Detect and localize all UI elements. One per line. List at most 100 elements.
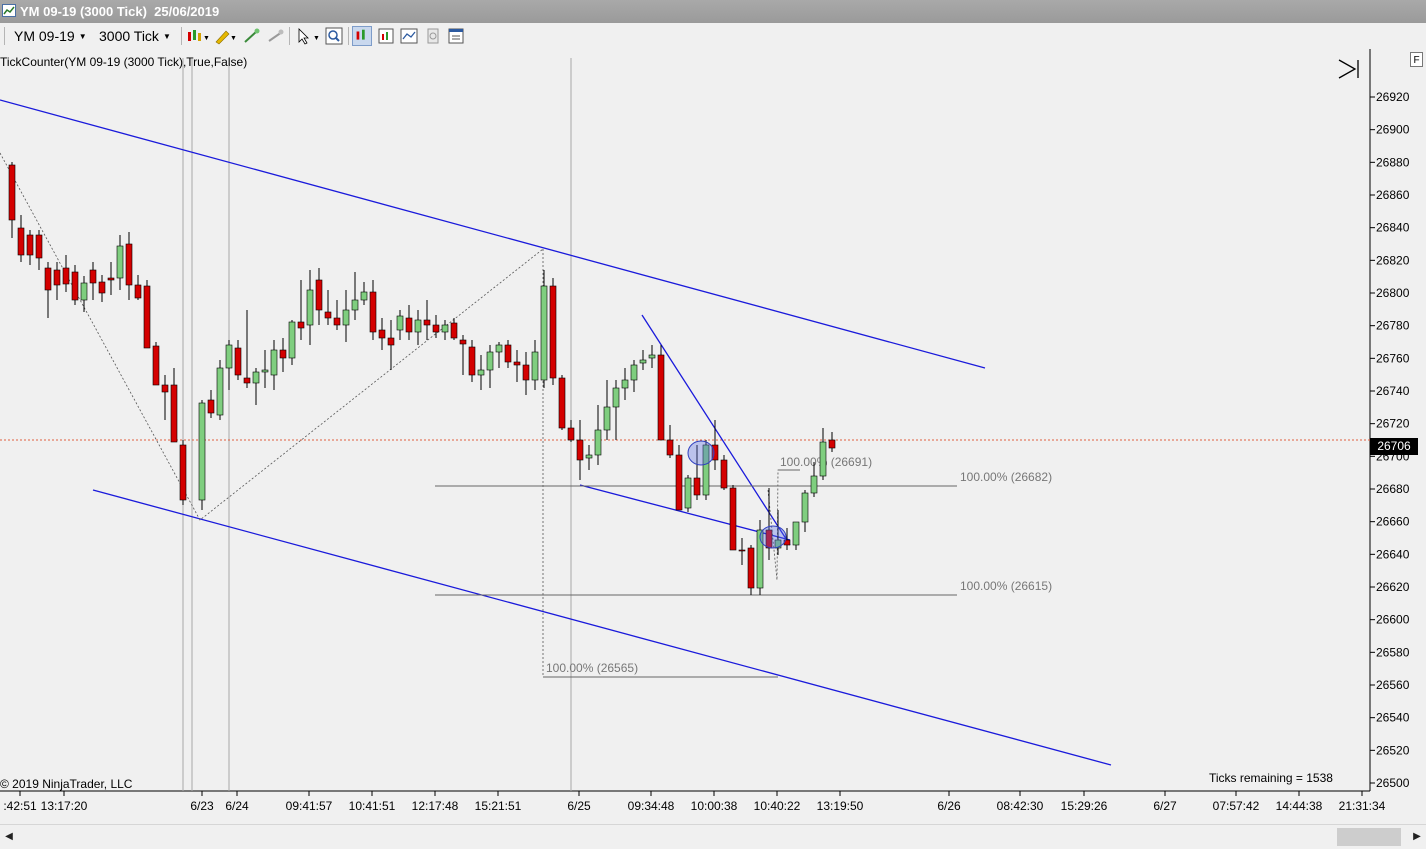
candle-body <box>720 459 728 489</box>
price-tick-label: 26540 <box>1376 711 1410 725</box>
drawing-pencil-icon[interactable]: ▼ <box>213 26 237 46</box>
candle-body <box>71 271 79 301</box>
indicator-label: TickCounter(YM 09-19 (3000 Tick),True,Fa… <box>0 55 248 69</box>
candle-body <box>288 321 296 359</box>
fib-level-label: 100.00% (26565) <box>546 661 638 675</box>
candle-body <box>504 344 512 363</box>
candle-body <box>396 315 404 331</box>
f-button[interactable]: F <box>1410 52 1423 67</box>
candle-body <box>243 377 251 384</box>
toolbar-separator <box>181 27 182 45</box>
candle-body <box>315 279 323 311</box>
candle-body <box>666 439 674 456</box>
time-tick-label: 07:57:42 <box>1213 799 1260 813</box>
time-tick-label: :42:51 <box>3 799 37 813</box>
price-tick-label: 26920 <box>1376 90 1410 104</box>
candle-body <box>342 309 350 326</box>
candle-body <box>747 547 755 589</box>
price-tick-label: 26680 <box>1376 482 1410 496</box>
candle-body <box>675 454 683 511</box>
candle-body <box>693 477 701 496</box>
price-tick-label: 26620 <box>1376 580 1410 594</box>
time-tick-label: 10:41:51 <box>349 799 396 813</box>
time-tick-label: 14:44:38 <box>1276 799 1323 813</box>
candle-body <box>207 399 215 414</box>
candle-body <box>486 351 494 371</box>
price-tick-label: 26820 <box>1376 253 1410 267</box>
price-tick-label: 26860 <box>1376 188 1410 202</box>
window-title: YM 09-19 (3000 Tick) 25/06/2019 <box>20 4 220 19</box>
candle-body <box>405 317 413 333</box>
strategies-icon[interactable] <box>423 26 443 46</box>
ticks-remaining: Ticks remaining = 1538 <box>1209 771 1333 785</box>
price-tick-label: 26520 <box>1376 743 1410 757</box>
candle-body <box>53 269 61 286</box>
copyright-text: © 2019 NinjaTrader, LLC <box>0 777 133 791</box>
time-tick-label: 6/24 <box>225 799 249 813</box>
candle-body <box>477 369 485 376</box>
time-tick-label: 12:17:48 <box>412 799 459 813</box>
time-tick-label: 21:31:34 <box>1339 799 1386 813</box>
candle-body <box>369 291 377 333</box>
time-tick-label: 08:42:30 <box>997 799 1044 813</box>
price-tick-label: 26780 <box>1376 319 1410 333</box>
candle-body <box>134 284 142 299</box>
candle-body <box>585 454 593 459</box>
time-tick-label: 15:29:26 <box>1061 799 1108 813</box>
scroll-left-icon[interactable]: ◀ <box>0 827 18 847</box>
time-tick-label: 13:19:50 <box>817 799 864 813</box>
candle-body <box>594 429 602 456</box>
time-tick-label: 10:00:38 <box>691 799 738 813</box>
candle-body <box>152 345 160 386</box>
candle-body <box>378 329 386 339</box>
candle-body <box>44 267 52 291</box>
candle-body <box>89 269 97 284</box>
candle-body <box>657 354 665 441</box>
drawing-tools-icon[interactable] <box>242 26 262 46</box>
svg-text:▼: ▼ <box>230 35 237 42</box>
horizontal-scrollbar[interactable]: ◀ ▶ <box>0 824 1426 849</box>
plot-background <box>0 49 1370 824</box>
candle-body <box>62 267 70 285</box>
instrument-selector[interactable]: YM 09-19 ▼ <box>14 26 87 46</box>
candle-body <box>729 487 737 551</box>
candle-body <box>441 324 449 333</box>
bar-type-icon[interactable]: ▼ <box>186 26 210 46</box>
candle-body <box>35 234 43 259</box>
candle-body <box>603 406 611 431</box>
candle-body <box>432 324 440 333</box>
scroll-thumb[interactable] <box>1337 828 1401 846</box>
candle-body <box>387 337 395 346</box>
candle-body <box>828 439 836 449</box>
properties-icon[interactable] <box>446 26 466 46</box>
time-tick-label: 6/27 <box>1153 799 1177 813</box>
candle-body <box>351 299 359 311</box>
current-price-marker: 26706 <box>1370 438 1418 455</box>
toolbar-separator <box>289 27 290 45</box>
candle-body <box>558 377 566 429</box>
pointer-icon[interactable]: ▼ <box>294 26 322 46</box>
chevron-down-icon: ▼ <box>162 32 171 42</box>
candle-body <box>612 387 620 408</box>
interval-selector[interactable]: 3000 Tick ▼ <box>99 26 171 46</box>
candle-body <box>792 521 800 546</box>
candle-body <box>576 439 584 461</box>
zoom-icon[interactable] <box>324 26 344 46</box>
price-chart[interactable]: 26920 26900 26880 26860 26840 26820 26800 26780… <box>0 49 1426 824</box>
price-tick-label: 26840 <box>1376 221 1410 235</box>
time-tick-label: 15:21:51 <box>475 799 522 813</box>
candle-body <box>468 346 476 376</box>
indicators-icon[interactable] <box>399 26 419 46</box>
time-tick-label: 6/23 <box>190 799 214 813</box>
scroll-right-icon[interactable]: ▶ <box>1408 827 1426 847</box>
candle-body <box>333 317 341 326</box>
trade-icon[interactable] <box>266 26 286 46</box>
candle-body <box>125 243 133 286</box>
candle-body <box>26 234 34 256</box>
candle-body <box>179 444 187 501</box>
chart-style-icon[interactable] <box>352 26 372 46</box>
fib-level-label: 100.00% (26615) <box>960 579 1052 593</box>
candle-body <box>459 339 467 345</box>
data-box-icon[interactable] <box>376 26 396 46</box>
candle-body <box>450 322 458 339</box>
